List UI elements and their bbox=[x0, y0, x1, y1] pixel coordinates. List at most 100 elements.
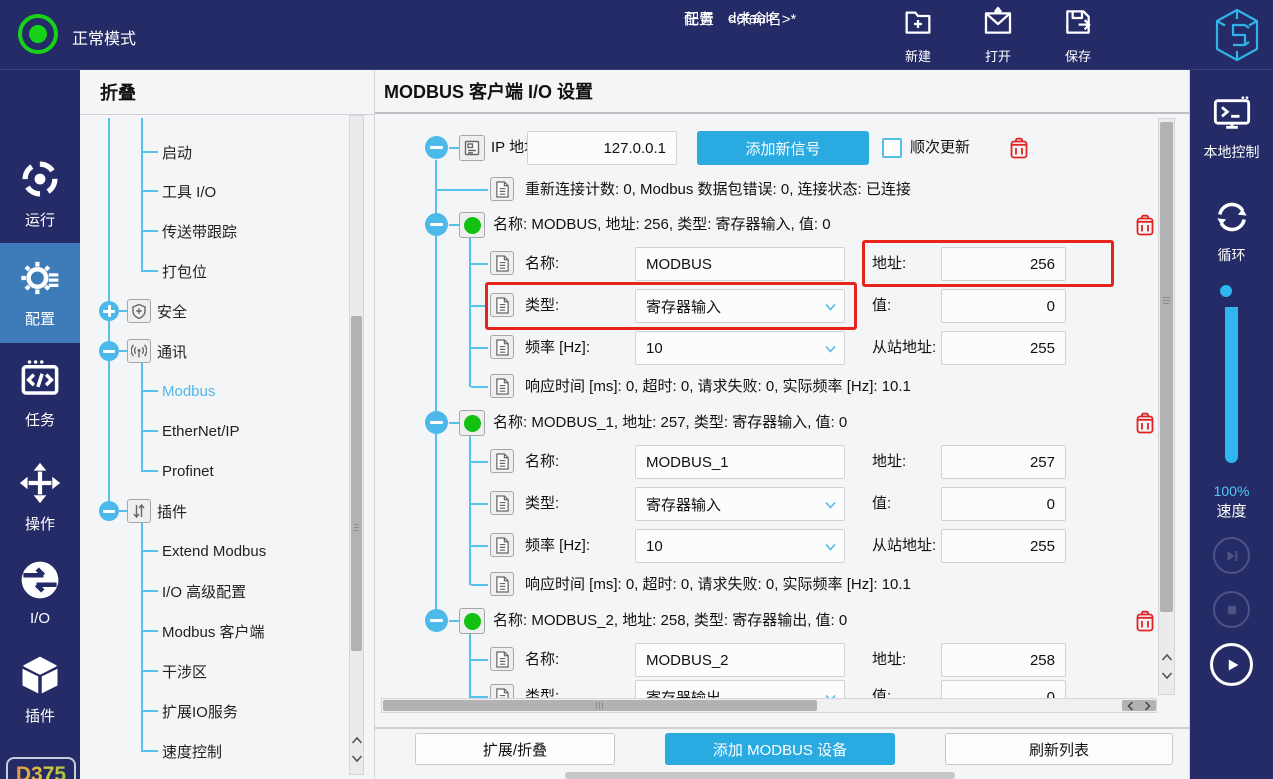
speed-slider-handle[interactable] bbox=[1220, 285, 1232, 297]
device-freq-row: 频率 [Hz]: 10 从站地址: 255 bbox=[375, 529, 1160, 563]
sidebar-item-label: 配置 bbox=[25, 308, 55, 329]
collapse-minus-icon[interactable] bbox=[425, 609, 448, 632]
address-input[interactable]: 258 bbox=[941, 643, 1066, 677]
device-summary-text: 名称: MODBUS_1, 地址: 257, 类型: 寄存器输入, 值: 0 bbox=[493, 410, 847, 436]
loop-button[interactable]: 循环 bbox=[1190, 197, 1273, 265]
ip-address-input[interactable]: 127.0.0.1 bbox=[527, 131, 677, 165]
address-input[interactable]: 256 bbox=[941, 247, 1066, 281]
collapse-minus-icon[interactable] bbox=[99, 501, 119, 521]
tree-item-io-advanced[interactable]: I/O 高级配置 bbox=[141, 579, 246, 603]
frequency-dropdown[interactable]: 10 bbox=[635, 529, 845, 563]
document-icon bbox=[490, 251, 514, 275]
speed-slider-track[interactable] bbox=[1225, 307, 1238, 463]
sidebar-item-io[interactable]: I/O bbox=[0, 559, 80, 621]
collapse-minus-icon[interactable] bbox=[425, 411, 448, 434]
save-button[interactable]: 保存 bbox=[1038, 6, 1118, 64]
page-title: MODBUS 客户端 I/O 设置 bbox=[375, 70, 1189, 114]
tree-node-safety[interactable]: 安全 bbox=[99, 299, 187, 323]
tree-collapse-header[interactable]: 折叠 bbox=[80, 70, 374, 115]
tree-node-comm[interactable]: 通讯 bbox=[99, 339, 187, 363]
refresh-list-button[interactable]: 刷新列表 bbox=[945, 733, 1173, 765]
tree-connector bbox=[141, 750, 158, 752]
tree-connector bbox=[141, 550, 158, 552]
horizontal-scroll-buttons[interactable] bbox=[1122, 700, 1156, 711]
type-dropdown[interactable]: 寄存器输入 bbox=[635, 289, 845, 323]
sidebar-item-plugin[interactable]: 插件 bbox=[0, 654, 80, 716]
footer-divider bbox=[375, 727, 1190, 729]
horizontal-scrollbar[interactable] bbox=[381, 698, 1157, 713]
new-button[interactable]: 新建 bbox=[878, 6, 958, 64]
sequential-update-checkbox[interactable] bbox=[882, 138, 902, 158]
add-modbus-device-button[interactable]: 添加 MODBUS 设备 bbox=[665, 733, 895, 765]
sidebar-item-run[interactable]: 运行 bbox=[0, 158, 80, 222]
scroll-down-icon[interactable] bbox=[1159, 671, 1174, 680]
scroll-left-icon bbox=[1127, 701, 1134, 711]
tree-connector bbox=[449, 620, 459, 622]
tree-item-extend-modbus[interactable]: Extend Modbus bbox=[141, 539, 266, 563]
expand-plus-icon[interactable] bbox=[99, 301, 119, 321]
stop-button[interactable] bbox=[1213, 591, 1250, 628]
type-label: 类型: bbox=[525, 680, 559, 699]
sidebar-item-task[interactable]: 任务 bbox=[0, 358, 80, 422]
scroll-up-icon[interactable] bbox=[1159, 653, 1174, 662]
gear-icon bbox=[19, 257, 61, 303]
name-input[interactable]: MODBUS_1 bbox=[635, 445, 845, 479]
tree-item-profinet[interactable]: Profinet bbox=[141, 459, 214, 483]
sidebar-item-move[interactable]: 操作 bbox=[0, 462, 80, 524]
type-dropdown[interactable]: 寄存器输入 bbox=[635, 487, 845, 521]
collapse-minus-icon[interactable] bbox=[99, 341, 119, 361]
local-control-button[interactable]: 本地控制 bbox=[1190, 94, 1273, 162]
delete-device-trash-icon[interactable] bbox=[1133, 609, 1157, 633]
tree-scrollbar-thumb[interactable] bbox=[351, 316, 362, 651]
document-icon bbox=[490, 293, 514, 317]
tree-item-pack-pos[interactable]: 打包位 bbox=[141, 259, 207, 283]
play-button[interactable] bbox=[1210, 643, 1253, 686]
delete-device-trash-icon[interactable] bbox=[1133, 213, 1157, 237]
vertical-scrollbar-thumb[interactable] bbox=[1160, 122, 1173, 612]
delete-device-trash-icon[interactable] bbox=[1133, 411, 1157, 435]
scroll-up-icon[interactable] bbox=[350, 736, 363, 745]
tree-item-modbus[interactable]: Modbus bbox=[141, 379, 215, 403]
plc-device-icon bbox=[459, 135, 485, 161]
collapse-minus-icon[interactable] bbox=[425, 136, 448, 159]
tree-connector bbox=[471, 386, 488, 388]
scroll-down-icon[interactable] bbox=[350, 754, 363, 763]
type-dropdown[interactable]: 寄存器输出 bbox=[635, 680, 845, 699]
collapse-minus-icon[interactable] bbox=[425, 213, 448, 236]
step-forward-button[interactable] bbox=[1213, 537, 1250, 574]
device-name-row: 名称: MODBUS_2 地址: 258 bbox=[375, 643, 1160, 677]
name-input[interactable]: MODBUS bbox=[635, 247, 845, 281]
sidebar-item-label: 任务 bbox=[25, 409, 55, 430]
tree-scrollbar[interactable] bbox=[349, 115, 364, 775]
name-input[interactable]: MODBUS_2 bbox=[635, 643, 845, 677]
delete-connection-trash-icon[interactable] bbox=[1007, 136, 1031, 160]
bottom-scrollbar[interactable] bbox=[565, 772, 955, 779]
tree-item-ethernet-ip[interactable]: EtherNet/IP bbox=[141, 419, 240, 443]
tree-item-startup[interactable]: 启动 bbox=[141, 140, 192, 164]
terminal-icon bbox=[1212, 94, 1252, 137]
tree-connector bbox=[141, 151, 158, 153]
tree-node-plugin[interactable]: 插件 bbox=[99, 499, 187, 523]
vertical-scrollbar[interactable] bbox=[1158, 118, 1175, 695]
name-label: 名称: bbox=[525, 445, 559, 479]
tree-item-interference[interactable]: 干涉区 bbox=[141, 659, 207, 683]
tree-item-conveyor[interactable]: 传送带跟踪 bbox=[141, 219, 237, 243]
sidebar-item-config[interactable]: 配置 bbox=[0, 243, 80, 343]
tree-item-modbus-client[interactable]: Modbus 客户端 bbox=[141, 619, 265, 643]
value-input[interactable]: 0 bbox=[941, 680, 1066, 699]
tree-item-speed-control[interactable]: 速度控制 bbox=[141, 739, 222, 763]
tree-item-ext-io-service[interactable]: 扩展IO服务 bbox=[141, 699, 238, 723]
add-signal-button[interactable]: 添加新信号 bbox=[697, 131, 869, 165]
value-input[interactable]: 0 bbox=[941, 487, 1066, 521]
slave-address-input[interactable]: 255 bbox=[941, 529, 1066, 563]
frequency-dropdown[interactable]: 10 bbox=[635, 331, 845, 365]
expand-collapse-button[interactable]: 扩展/折叠 bbox=[415, 733, 615, 765]
address-input[interactable]: 257 bbox=[941, 445, 1066, 479]
document-icon bbox=[490, 533, 514, 557]
config-value: default* bbox=[728, 10, 779, 27]
value-input[interactable]: 0 bbox=[941, 289, 1066, 323]
slave-address-input[interactable]: 255 bbox=[941, 331, 1066, 365]
tree-item-tool-io[interactable]: 工具 I/O bbox=[141, 179, 216, 203]
horizontal-scrollbar-thumb[interactable] bbox=[383, 700, 817, 711]
open-button[interactable]: 打开 bbox=[958, 6, 1038, 64]
